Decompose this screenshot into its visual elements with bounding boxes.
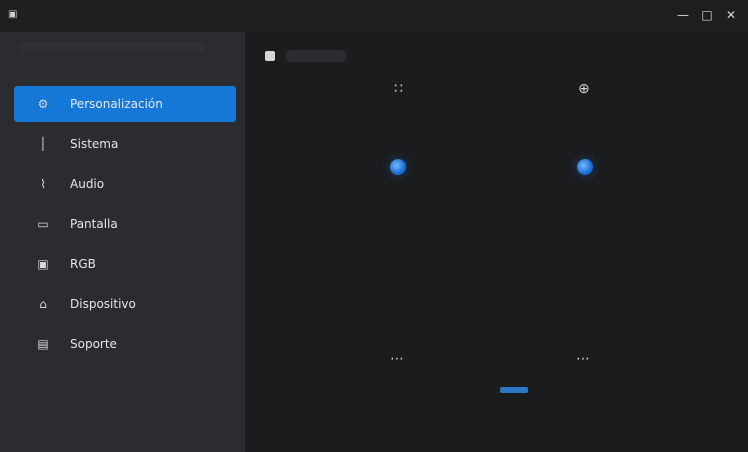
- top-right-marker: ⊕: [578, 81, 590, 97]
- gear-icon: ⚙: [37, 97, 49, 111]
- gamepad-icon: ▤: [37, 337, 49, 351]
- sidebar-item-label: Personalización: [70, 97, 163, 111]
- bottom-indicator: [500, 387, 528, 393]
- sidebar-item-label: Pantalla: [70, 217, 118, 231]
- top-left-marker: ∷: [394, 81, 403, 97]
- sidebar-item-rgb[interactable]: ▣ RGB: [14, 246, 236, 282]
- sidebar-item-label: Dispositivo: [70, 297, 136, 311]
- sidebar-item-system[interactable]: │ Sistema: [14, 126, 236, 162]
- header-pill: [285, 50, 347, 62]
- sidebar: ⚙ Personalización │ Sistema ⌇ Audio ▭ Pa…: [0, 32, 245, 452]
- left-blue-dot[interactable]: [390, 159, 406, 175]
- rgb-icon: ▣: [37, 257, 49, 271]
- sidebar-item-label: Audio: [70, 177, 105, 191]
- close-button[interactable]: ✕: [724, 8, 738, 22]
- minimize-button[interactable]: —: [676, 8, 690, 22]
- sidebar-item-label: RGB: [70, 257, 96, 271]
- bolt-icon: ⌇: [40, 177, 46, 191]
- display-icon: ▭: [37, 217, 49, 231]
- home-icon: [265, 51, 275, 61]
- app-icon: ▣: [8, 9, 18, 20]
- sidebar-item-audio[interactable]: ⌇ Audio: [14, 166, 236, 202]
- main-header: [265, 50, 347, 62]
- app-window: ▣ — □ ✕ ⚙ Personalización │ Sistema ⌇ Au…: [0, 0, 748, 452]
- maximize-button[interactable]: □: [700, 8, 714, 22]
- bottom-right-marker: ⋯: [576, 351, 590, 367]
- sidebar-nav: ⚙ Personalización │ Sistema ⌇ Audio ▭ Pa…: [14, 86, 236, 366]
- sidebar-item-label: Soporte: [70, 337, 117, 351]
- bottom-left-marker: ⋯: [390, 351, 404, 367]
- titlebar: ▣ — □ ✕: [0, 0, 748, 33]
- bar-icon: │: [39, 137, 47, 151]
- sidebar-topbar: [20, 42, 205, 52]
- right-blue-dot[interactable]: [577, 159, 593, 175]
- device-icon: ⌂: [39, 297, 47, 311]
- window-controls: — □ ✕: [676, 8, 738, 22]
- sidebar-item-personalization[interactable]: ⚙ Personalización: [14, 86, 236, 122]
- sidebar-item-device[interactable]: ⌂ Dispositivo: [14, 286, 236, 322]
- sidebar-item-display[interactable]: ▭ Pantalla: [14, 206, 236, 242]
- sidebar-item-label: Sistema: [70, 137, 119, 151]
- main-content: ∷ ⊕ ⋯ ⋯: [245, 32, 748, 452]
- sidebar-item-support[interactable]: ▤ Soporte: [14, 326, 236, 362]
